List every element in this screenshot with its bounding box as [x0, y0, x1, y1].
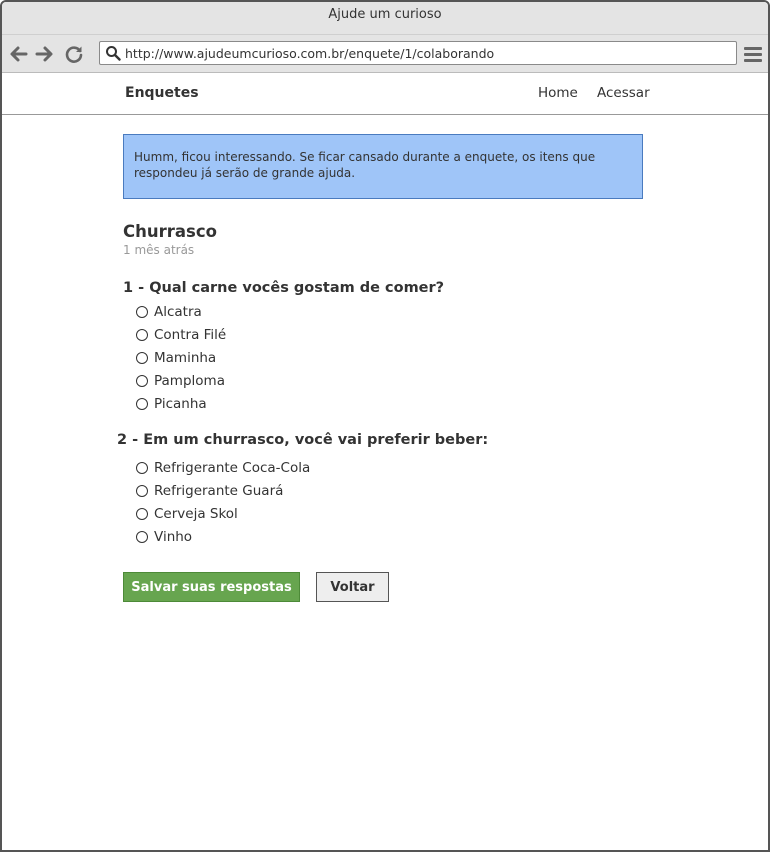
window-title: Ajude um curioso [328, 7, 442, 22]
browser-window: Ajude um curioso Enquetes Home Acessar [0, 0, 770, 852]
address-bar[interactable] [99, 41, 737, 65]
radio-button[interactable] [136, 508, 148, 520]
radio-button[interactable] [136, 352, 148, 364]
info-alert: Humm, ficou interessando. Se ficar cansa… [123, 134, 643, 199]
search-icon [106, 46, 121, 61]
nav-link-home[interactable]: Home [538, 85, 578, 101]
hamburger-menu-icon[interactable] [742, 43, 764, 65]
option-skol[interactable]: Cerveja Skol [136, 504, 238, 524]
poll-title: Churrasco [123, 222, 217, 241]
arrow-left-icon[interactable] [8, 43, 30, 65]
reload-icon[interactable] [63, 43, 85, 65]
option-pamploma[interactable]: Pamploma [136, 371, 225, 391]
option-contra-file[interactable]: Contra Filé [136, 325, 226, 345]
radio-button[interactable] [136, 531, 148, 543]
poll-date: 1 mês atrás [123, 243, 195, 257]
option-picanha[interactable]: Picanha [136, 394, 207, 414]
radio-button[interactable] [136, 462, 148, 474]
url-input[interactable] [125, 44, 725, 62]
option-maminha[interactable]: Maminha [136, 348, 216, 368]
radio-button[interactable] [136, 329, 148, 341]
option-label: Contra Filé [154, 327, 227, 343]
radio-button[interactable] [136, 306, 148, 318]
option-label: Refrigerante Guará [154, 483, 284, 499]
radio-button[interactable] [136, 398, 148, 410]
question-title: 1 - Qual carne vocês gostam de comer? [123, 280, 445, 296]
site-navbar: Enquetes Home Acessar [2, 73, 768, 115]
option-guara[interactable]: Refrigerante Guará [136, 481, 283, 501]
alert-text: Humm, ficou interessando. Se ficar cansa… [134, 150, 596, 180]
question-title: 2 - Em um churrasco, você vai preferir b… [117, 432, 489, 448]
browser-toolbar [2, 35, 768, 73]
brand-link[interactable]: Enquetes [125, 85, 199, 101]
back-button[interactable]: Voltar [316, 572, 389, 602]
save-button[interactable]: Salvar suas respostas [123, 572, 300, 602]
option-label: Pamploma [154, 373, 225, 389]
option-label: Cerveja Skol [154, 506, 238, 522]
option-vinho[interactable]: Vinho [136, 527, 192, 547]
option-label: Refrigerante Coca-Cola [154, 460, 311, 476]
window-titlebar: Ajude um curioso [2, 2, 768, 35]
option-alcatra[interactable]: Alcatra [136, 302, 202, 322]
radio-button[interactable] [136, 485, 148, 497]
arrow-right-icon[interactable] [33, 43, 55, 65]
option-label: Vinho [154, 529, 193, 545]
option-label: Alcatra [154, 304, 202, 320]
option-label: Picanha [154, 396, 207, 412]
radio-button[interactable] [136, 375, 148, 387]
option-label: Maminha [154, 350, 217, 366]
nav-link-acessar[interactable]: Acessar [597, 85, 650, 101]
option-coca-cola[interactable]: Refrigerante Coca-Cola [136, 458, 310, 478]
